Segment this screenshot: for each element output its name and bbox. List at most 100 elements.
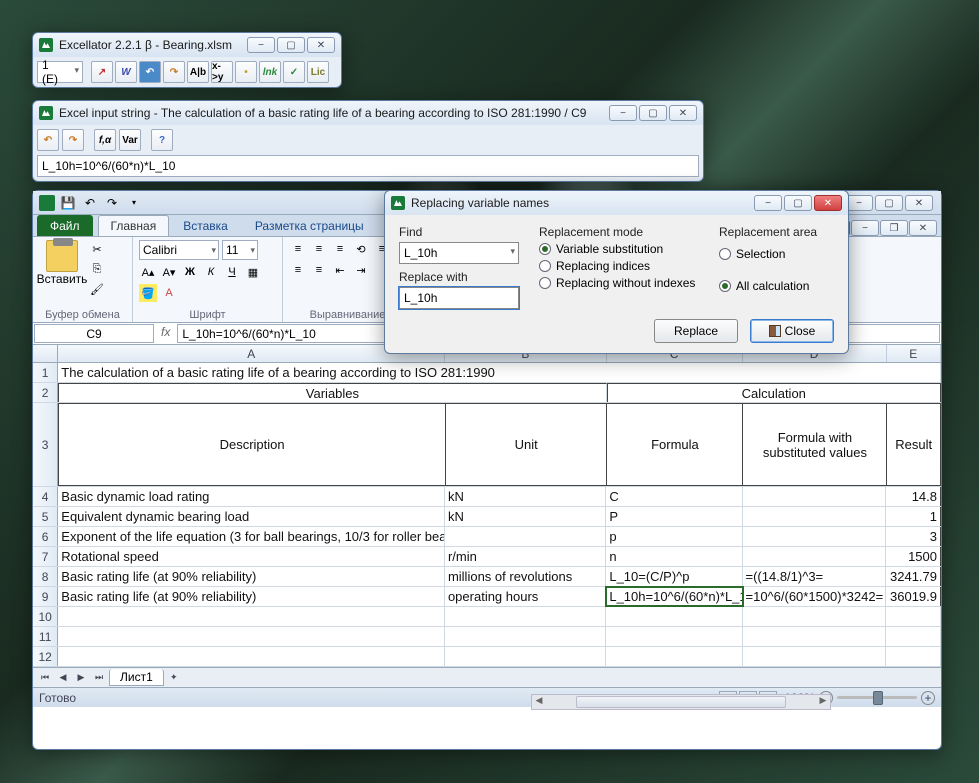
- cell[interactable]: L_10=(C/P)^p: [606, 567, 742, 586]
- formula-input[interactable]: [37, 155, 699, 177]
- cell[interactable]: p: [606, 527, 742, 546]
- cell[interactable]: P: [606, 507, 742, 526]
- cell[interactable]: [743, 607, 887, 626]
- radio-variable-substitution[interactable]: Variable substitution: [539, 242, 709, 256]
- cell[interactable]: C: [606, 487, 742, 506]
- cell[interactable]: [58, 627, 445, 646]
- cell[interactable]: Formula: [606, 403, 742, 486]
- redo-button[interactable]: ↷: [62, 129, 84, 151]
- indent-inc-icon[interactable]: ⇥: [352, 261, 370, 279]
- cell[interactable]: [743, 547, 887, 566]
- cell[interactable]: millions of revolutions: [445, 567, 606, 586]
- cell[interactable]: 36019.9: [886, 587, 941, 606]
- cell[interactable]: [445, 627, 606, 646]
- row-header[interactable]: 7: [33, 547, 58, 566]
- cell[interactable]: Calculation: [607, 383, 941, 402]
- row-header[interactable]: 1: [33, 363, 58, 382]
- cell[interactable]: Description: [58, 403, 445, 486]
- doc-minimize-button[interactable]: −: [851, 220, 879, 236]
- cell[interactable]: Formula with substituted values: [742, 403, 886, 486]
- align-mid-icon[interactable]: ≡: [310, 240, 328, 258]
- find-input[interactable]: L_10h: [399, 242, 519, 264]
- tool-check[interactable]: ✓: [283, 61, 305, 83]
- tab-home[interactable]: Главная: [98, 215, 170, 236]
- cell[interactable]: [58, 607, 445, 626]
- row-header[interactable]: 10: [33, 607, 58, 626]
- tool-var[interactable]: Var: [119, 129, 141, 151]
- cell[interactable]: 14.8: [886, 487, 941, 506]
- cell[interactable]: [886, 607, 941, 626]
- tool-fa[interactable]: f,α: [94, 129, 116, 151]
- cut-icon[interactable]: ✂: [88, 240, 106, 258]
- maximize-button[interactable]: ▢: [784, 195, 812, 211]
- cell[interactable]: [743, 647, 887, 666]
- new-sheet-button[interactable]: ✦: [166, 670, 182, 686]
- sheet-nav-first[interactable]: ⏮: [37, 670, 53, 686]
- tab-file[interactable]: Файл: [37, 215, 93, 236]
- copy-icon[interactable]: ⎘: [88, 260, 106, 278]
- name-box[interactable]: C9: [34, 324, 154, 343]
- cell[interactable]: 3: [886, 527, 941, 546]
- fx-icon[interactable]: fx: [155, 323, 176, 344]
- row-header[interactable]: 11: [33, 627, 58, 646]
- undo-icon[interactable]: ↶: [81, 194, 99, 212]
- cell[interactable]: [743, 487, 887, 506]
- cell[interactable]: [58, 647, 445, 666]
- size-selector[interactable]: 11: [222, 240, 258, 260]
- close-button[interactable]: ✕: [814, 195, 842, 211]
- cell[interactable]: Variables: [58, 383, 606, 402]
- cell[interactable]: kN: [445, 487, 606, 506]
- border-icon[interactable]: ▦: [244, 263, 262, 281]
- mdi-minimize-button[interactable]: −: [845, 195, 873, 211]
- grow-font-icon[interactable]: A▴: [139, 263, 157, 281]
- cell[interactable]: Equivalent dynamic bearing load: [58, 507, 445, 526]
- mdi-maximize-button[interactable]: ▢: [875, 195, 903, 211]
- row-header[interactable]: 8: [33, 567, 58, 586]
- sheet-nav-last[interactable]: ⏭: [91, 670, 107, 686]
- underline-button[interactable]: Ч: [223, 263, 241, 281]
- align-bot-icon[interactable]: ≡: [331, 240, 349, 258]
- minimize-button[interactable]: −: [247, 37, 275, 53]
- zoom-in-button[interactable]: +: [921, 691, 935, 705]
- select-all-corner[interactable]: [33, 345, 58, 362]
- cell[interactable]: [445, 607, 606, 626]
- row-header[interactable]: 3: [33, 403, 58, 486]
- align-top-icon[interactable]: ≡: [289, 240, 307, 258]
- cell[interactable]: 1: [886, 507, 941, 526]
- replace-button[interactable]: Replace: [654, 319, 738, 343]
- horizontal-scrollbar[interactable]: ◀▶: [531, 694, 831, 710]
- tool-arrow[interactable]: ↗: [91, 61, 113, 83]
- cell[interactable]: [886, 627, 941, 646]
- cell[interactable]: [606, 647, 742, 666]
- radio-replacing-without-indexes[interactable]: Replacing without indexes: [539, 276, 709, 290]
- paste-button[interactable]: Вставить: [39, 240, 85, 298]
- mdi-close-button[interactable]: ✕: [905, 195, 933, 211]
- save-icon[interactable]: 💾: [59, 194, 77, 212]
- align-right-icon[interactable]: ≡: [310, 261, 328, 279]
- font-selector[interactable]: Calibri: [139, 240, 219, 260]
- cell[interactable]: The calculation of a basic rating life o…: [58, 363, 941, 382]
- tool-link[interactable]: lnk: [259, 61, 281, 83]
- cell[interactable]: [743, 527, 887, 546]
- cell[interactable]: Basic dynamic load rating: [58, 487, 445, 506]
- tool-lic[interactable]: Lic: [307, 61, 329, 83]
- redo-button[interactable]: ↷: [163, 61, 185, 83]
- sheet-nav-next[interactable]: ▶: [73, 670, 89, 686]
- shrink-font-icon[interactable]: A▾: [160, 263, 178, 281]
- fill-color-icon[interactable]: 🪣: [139, 284, 157, 302]
- sheet-selector[interactable]: 1 (E): [37, 61, 83, 83]
- bold-button[interactable]: Ж: [181, 263, 199, 281]
- radio-selection[interactable]: Selection: [719, 247, 834, 261]
- cell[interactable]: [445, 647, 606, 666]
- cell[interactable]: kN: [445, 507, 606, 526]
- row-header[interactable]: 9: [33, 587, 58, 606]
- minimize-button[interactable]: −: [609, 105, 637, 121]
- minimize-button[interactable]: −: [754, 195, 782, 211]
- cell[interactable]: [743, 627, 887, 646]
- tool-dot[interactable]: •: [235, 61, 257, 83]
- close-dialog-button[interactable]: Close: [750, 319, 834, 343]
- cell[interactable]: 3241.79: [886, 567, 941, 586]
- cell[interactable]: operating hours: [445, 587, 606, 606]
- close-button[interactable]: ✕: [669, 105, 697, 121]
- cell[interactable]: Basic rating life (at 90% reliability): [58, 587, 445, 606]
